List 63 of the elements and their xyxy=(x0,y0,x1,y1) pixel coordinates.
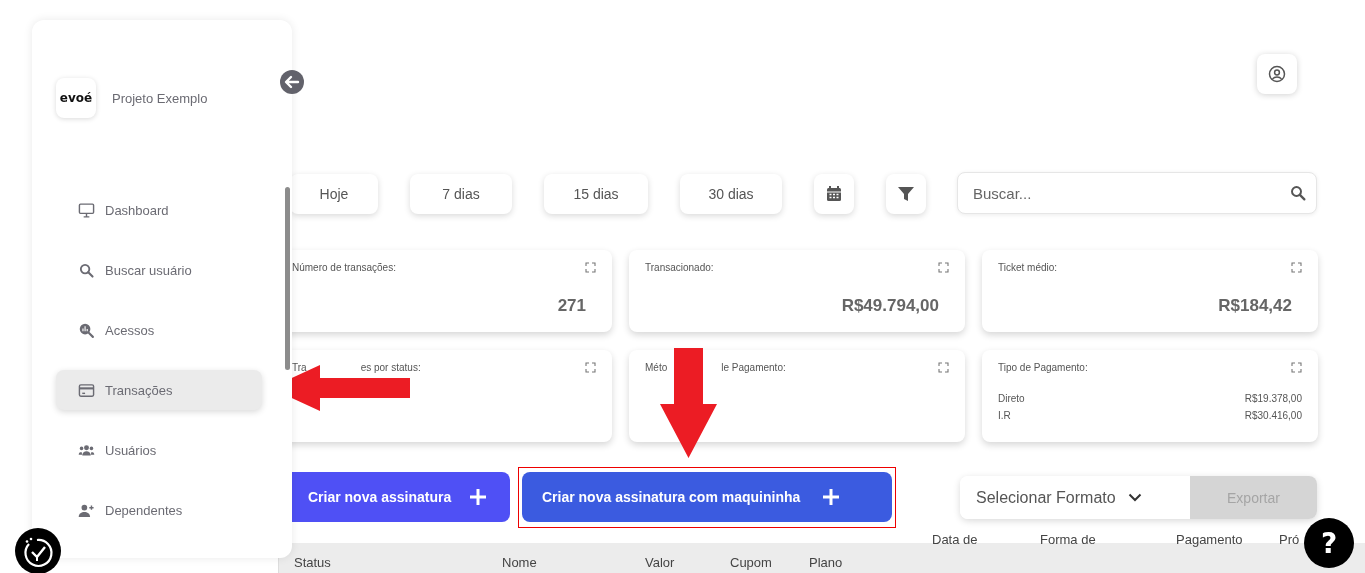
column-header: Pagamento xyxy=(1176,532,1243,547)
card-title: Transacionado: xyxy=(645,262,714,273)
logo: evoé xyxy=(56,78,96,118)
expand-icon[interactable] xyxy=(1291,262,1302,273)
column-header: Forma de xyxy=(1040,532,1096,547)
sidebar-item[interactable]: Acessos xyxy=(56,310,262,350)
card-title: Tra xyxy=(292,362,307,373)
create-button[interactable]: Criar nova assinatura com maquininha xyxy=(522,472,892,522)
filter-button[interactable] xyxy=(886,174,926,214)
calendar-button[interactable] xyxy=(814,174,854,214)
sidebar-item[interactable]: Usuários xyxy=(56,430,262,470)
row-value: R$19.378,00 xyxy=(1244,393,1302,404)
sidebar-item[interactable]: Transações xyxy=(56,370,262,410)
column-header: Nome xyxy=(502,555,537,570)
expand-icon[interactable] xyxy=(1291,362,1302,373)
period-button[interactable]: 15 dias xyxy=(544,174,648,214)
chevron-down-icon xyxy=(1127,493,1142,502)
monitor-icon xyxy=(78,201,95,219)
column-header: Cupom xyxy=(730,555,772,570)
user-icon xyxy=(1268,65,1286,83)
period-button[interactable]: Hoje xyxy=(290,174,378,214)
chart-search-icon xyxy=(78,321,95,339)
expand-icon[interactable] xyxy=(585,362,596,373)
format-select[interactable]: Selecionar Formato xyxy=(960,476,1190,519)
row-value: R$30.416,00 xyxy=(1244,410,1302,421)
project-name: Projeto Exemplo xyxy=(112,90,208,106)
card-value: 271 xyxy=(557,296,586,316)
card-title: Méto xyxy=(645,362,668,373)
row-label: I.R xyxy=(998,410,1011,421)
sidebar-item[interactable]: Buscar usuário xyxy=(56,250,262,290)
column-header: Pró xyxy=(1279,532,1300,547)
card-title: le Pagamento: xyxy=(721,362,786,373)
period-button[interactable]: 7 dias xyxy=(410,174,512,214)
credit-card-icon xyxy=(78,381,95,399)
profile-button[interactable] xyxy=(1257,54,1297,94)
scrollbar[interactable] xyxy=(285,187,290,370)
column-header: Data de xyxy=(932,532,978,547)
column-header: Plano xyxy=(809,555,843,570)
search-icon[interactable] xyxy=(1289,184,1307,202)
card-title: Tipo de Pagamento: xyxy=(998,362,1088,373)
help-button[interactable]: ? xyxy=(1304,518,1354,568)
sidebar-item[interactable]: Dashboard xyxy=(56,190,262,230)
row-label: Direto xyxy=(998,393,1025,404)
expand-icon[interactable] xyxy=(938,262,949,273)
plus-icon xyxy=(822,488,841,506)
filter-icon xyxy=(898,186,914,202)
calendar-icon xyxy=(826,186,842,202)
card-value: R$49.794,00 xyxy=(841,296,939,316)
sidebar-item[interactable]: Dependentes xyxy=(56,490,262,530)
card-title: Ticket médio: xyxy=(998,262,1058,273)
search-icon xyxy=(78,261,95,279)
column-header: Valor xyxy=(645,555,675,570)
badge-icon[interactable] xyxy=(15,528,61,573)
card-value: R$184,42 xyxy=(1218,296,1292,316)
plus-icon xyxy=(469,488,488,506)
period-button[interactable]: 30 dias xyxy=(680,174,782,214)
expand-icon[interactable] xyxy=(938,362,949,373)
search-field[interactable]: Buscar... xyxy=(957,172,1317,214)
create-button[interactable]: Criar nova assinatura xyxy=(292,472,510,522)
expand-icon[interactable] xyxy=(585,262,596,273)
column-header: Status xyxy=(294,555,331,570)
card-title: Número de transações: xyxy=(292,262,396,273)
card-title: es por status: xyxy=(360,362,421,373)
